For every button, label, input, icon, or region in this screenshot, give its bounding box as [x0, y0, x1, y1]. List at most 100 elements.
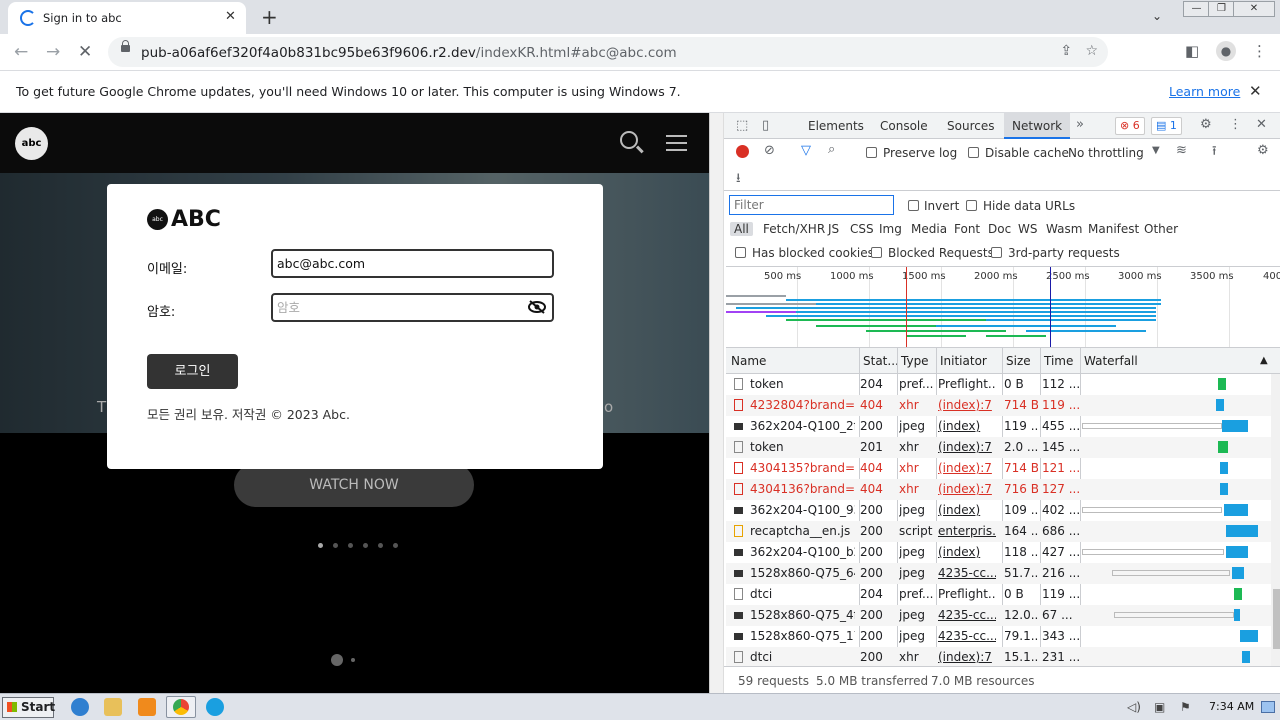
system-clock[interactable]: 7:34 AM	[1209, 700, 1254, 713]
window-close-icon[interactable]: ✕	[1233, 1, 1275, 17]
network-tray-icon[interactable]: ▣	[1154, 700, 1165, 714]
inspect-icon[interactable]: ⬚	[736, 118, 748, 133]
more-tabs-icon[interactable]: »	[1076, 117, 1084, 132]
pager-dot[interactable]	[351, 657, 355, 662]
infobar-close-icon[interactable]: ✕	[1249, 82, 1262, 100]
filter-input[interactable]: Filter	[729, 195, 894, 215]
filter-type-media[interactable]: Media	[911, 222, 947, 236]
explorer-folder-icon[interactable]	[104, 698, 122, 716]
tab-elements[interactable]: Elements	[808, 119, 864, 133]
chevron-down-icon[interactable]: ⌄	[1152, 9, 1162, 23]
sidepanel-icon[interactable]: ◧	[1185, 42, 1199, 60]
cell-initiator[interactable]: enterpris...	[938, 524, 996, 538]
col-size[interactable]: Size	[1006, 354, 1031, 368]
table-row[interactable]: token 201 xhr (index):7 2.0 ... 145 ...	[726, 437, 1271, 458]
filter-type-font[interactable]: Font	[954, 222, 980, 236]
tab-network[interactable]: Network	[1004, 113, 1071, 139]
cell-initiator[interactable]: Preflight...	[938, 377, 996, 391]
cell-initiator[interactable]: (index)	[938, 545, 996, 559]
carousel-dot[interactable]	[363, 543, 368, 548]
filter-type-js[interactable]: JS	[828, 222, 839, 236]
filter-type-manifest[interactable]: Manifest	[1088, 222, 1139, 236]
minimize-icon[interactable]: —	[1183, 1, 1210, 17]
table-row[interactable]: dtci 200 xhr (index):7 15.1... 231 ...	[726, 647, 1271, 668]
preserve-log-checkbox[interactable]	[866, 147, 877, 158]
browser-tab[interactable]: Sign in to abc ✕	[8, 2, 246, 34]
speaker-icon[interactable]: ◁)	[1127, 700, 1141, 714]
cell-initiator[interactable]: Preflight...	[938, 587, 996, 601]
table-row[interactable]: 4232804?brand=0... 404 xhr (index):7 714 B 11…	[726, 395, 1271, 416]
filter-type-all[interactable]: All	[730, 222, 753, 236]
table-row[interactable]: 362x204-Q100_b2... 200 jpeg (index) 118 ... 4…	[726, 542, 1271, 563]
media-player-icon[interactable]	[138, 698, 156, 716]
page-scrollbar[interactable]	[710, 113, 724, 693]
email-field[interactable]: abc@abc.com	[271, 249, 554, 278]
show-desktop-icon[interactable]	[1261, 701, 1275, 713]
password-field[interactable]: 암호	[271, 293, 554, 322]
download-icon[interactable]: ⭳	[736, 169, 741, 191]
restore-icon[interactable]: ❐	[1208, 1, 1235, 17]
stop-icon[interactable]: ✕	[78, 42, 92, 62]
search-icon[interactable]	[620, 131, 638, 149]
network-conditions-icon[interactable]: ≋	[1176, 143, 1187, 158]
col-waterfall[interactable]: Waterfall	[1084, 354, 1138, 368]
cell-initiator[interactable]: 4235-cc...	[938, 566, 996, 580]
settings-gear-icon[interactable]: ⚙	[1200, 117, 1212, 132]
table-row[interactable]: 362x204-Q100_2f... 200 jpeg (index) 119 ... 4…	[726, 416, 1271, 437]
scrollbar-thumb[interactable]	[1273, 589, 1280, 649]
menu-dots-icon[interactable]: ⋮	[1252, 42, 1267, 60]
table-row[interactable]: 1528x860-Q75_17... 200 jpeg 4235-cc... 79.1.…	[726, 626, 1271, 647]
new-tab-icon[interactable]: +	[261, 5, 278, 29]
invert-checkbox[interactable]	[908, 200, 919, 211]
filter-type-wasm[interactable]: Wasm	[1046, 222, 1082, 236]
col-type[interactable]: Type	[901, 354, 929, 368]
cell-initiator[interactable]: 4235-cc...	[938, 608, 996, 622]
tab-close-icon[interactable]: ✕	[225, 9, 236, 24]
lock-icon[interactable]	[121, 40, 130, 52]
forward-icon[interactable]: →	[46, 42, 60, 62]
cell-initiator[interactable]: (index)	[938, 419, 996, 433]
tab-console[interactable]: Console	[880, 119, 928, 133]
carousel-dot[interactable]	[318, 543, 323, 548]
filter-type-doc[interactable]: Doc	[988, 222, 1011, 236]
col-status[interactable]: Stat...	[863, 354, 899, 368]
eye-slash-icon[interactable]	[528, 300, 546, 314]
login-button[interactable]: 로그인	[147, 354, 238, 389]
cell-initiator[interactable]: (index):7	[938, 461, 996, 475]
error-badge[interactable]: ⊗ 6	[1115, 117, 1145, 135]
col-initiator[interactable]: Initiator	[940, 354, 987, 368]
table-row[interactable]: recaptcha__en.js 200 script enterpris... 164…	[726, 521, 1271, 542]
ie-icon[interactable]	[71, 698, 89, 716]
table-row[interactable]: 1528x860-Q75_4f... 200 jpeg 4235-cc... 12.0.…	[726, 605, 1271, 626]
carousel-dot[interactable]	[393, 543, 398, 548]
cell-initiator[interactable]: (index):7	[938, 440, 996, 454]
record-icon[interactable]	[736, 145, 749, 158]
chrome-taskbar-button[interactable]	[166, 696, 196, 718]
hamburger-menu-icon[interactable]	[666, 135, 687, 137]
device-toolbar-icon[interactable]: ▯	[762, 118, 769, 133]
col-name[interactable]: Name	[731, 354, 766, 368]
filter-icon[interactable]: ▽	[801, 143, 811, 158]
network-settings-icon[interactable]: ⚙	[1257, 143, 1269, 158]
carousel-dot[interactable]	[333, 543, 338, 548]
back-icon[interactable]: ←	[14, 42, 28, 62]
edge-icon[interactable]	[206, 698, 224, 716]
pager-dot[interactable]	[331, 653, 343, 666]
filter-type-fetch[interactable]: Fetch/XHR	[763, 222, 825, 236]
disable-cache-checkbox[interactable]	[968, 147, 979, 158]
throttling-select[interactable]: No throttling	[1068, 146, 1144, 160]
tab-sources[interactable]: Sources	[947, 119, 994, 133]
carousel-dots[interactable]	[318, 537, 408, 551]
filter-type-img[interactable]: Img	[879, 222, 902, 236]
address-bar[interactable]: pub-a06af6ef320f4a0b831bc95be63f9606.r2.…	[108, 37, 1108, 67]
learn-more-link[interactable]: Learn more	[1169, 84, 1240, 99]
col-time[interactable]: Time	[1044, 354, 1073, 368]
table-row[interactable]: 4304136?brand=0... 404 xhr (index):7 716 B 12…	[726, 479, 1271, 500]
flag-icon[interactable]: ⚑	[1180, 700, 1191, 714]
upload-icon[interactable]: ⭱	[1212, 142, 1217, 164]
table-row[interactable]: 362x204-Q100_93... 200 jpeg (index) 109 ... 4…	[726, 500, 1271, 521]
close-devtools-icon[interactable]: ✕	[1256, 117, 1267, 132]
table-scrollbar[interactable]	[1271, 374, 1280, 666]
start-button[interactable]: Start	[2, 697, 55, 718]
carousel-dot[interactable]	[348, 543, 353, 548]
